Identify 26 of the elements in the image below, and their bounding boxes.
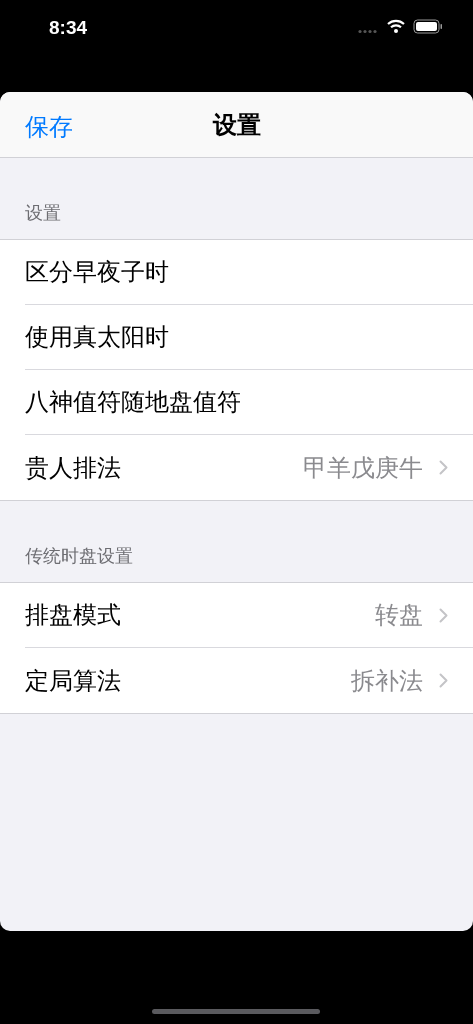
- row-label: 排盘模式: [25, 600, 122, 630]
- settings-row[interactable]: 排盘模式 转盘: [0, 583, 473, 648]
- settings-row[interactable]: 区分早夜子时: [0, 240, 473, 305]
- chevron-icon: [439, 460, 448, 475]
- chevron-icon: [439, 673, 448, 688]
- row-label: 贵人排法: [25, 452, 122, 483]
- row-label: 使用真太阳时: [25, 322, 170, 352]
- section-header: 设置: [25, 202, 61, 225]
- signal-icon: [358, 29, 378, 34]
- section-header: 传统时盘设置: [25, 545, 133, 568]
- status-time: 8:34: [49, 16, 88, 40]
- row-label: 区分早夜子时: [25, 257, 170, 287]
- settings-row[interactable]: 使用真太阳时: [0, 305, 473, 370]
- settings-row[interactable]: 八神值符随地盘值符: [0, 370, 473, 435]
- row-value: 转盘: [375, 600, 423, 630]
- save-button[interactable]: 保存: [25, 109, 73, 145]
- row-label: 定局算法: [25, 665, 122, 696]
- row-value: 甲羊戊庚牛: [303, 452, 423, 483]
- settings-row[interactable]: 定局算法 拆补法: [0, 648, 473, 713]
- chevron-icon: [439, 607, 448, 623]
- row-label: 八神值符随地盘值符: [25, 387, 242, 417]
- row-value: 拆补法: [351, 665, 423, 696]
- nav-title: 设置: [212, 109, 261, 140]
- battery-icon: [413, 19, 443, 34]
- wifi-icon: [387, 19, 405, 33]
- settings-row[interactable]: 贵人排法 甲羊戊庚牛: [0, 435, 473, 500]
